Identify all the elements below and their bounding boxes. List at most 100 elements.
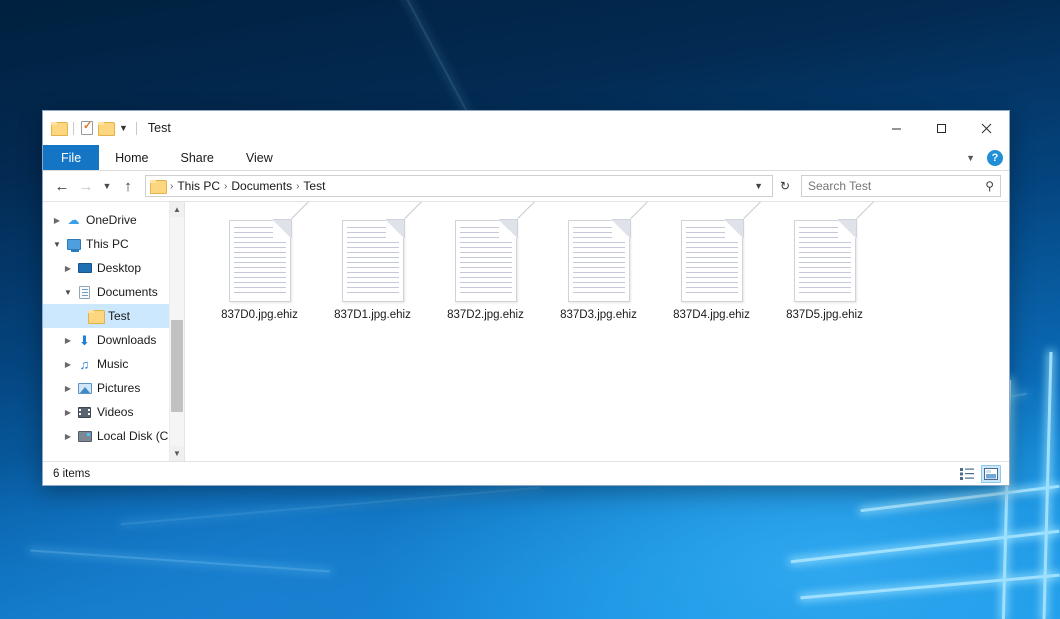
wallpaper-glow-line <box>861 485 1060 512</box>
file-explorer-window: ▼ Test File Home Share View <box>42 110 1010 486</box>
back-button[interactable]: ← <box>51 175 73 197</box>
sidebar-item-label: Pictures <box>97 381 140 395</box>
chevron-down-icon[interactable]: ▼ <box>49 240 65 249</box>
onedrive-icon: ☁ <box>65 213 82 227</box>
sidebar-item-videos[interactable]: ▶ Videos <box>43 400 184 424</box>
breadcrumb-this-pc[interactable]: This PC <box>174 179 223 193</box>
sidebar-item-desktop[interactable]: ▶ Desktop <box>43 256 184 280</box>
file-name: 837D1.jpg.ehiz <box>334 309 411 321</box>
address-bar[interactable]: › This PC › Documents › Test ▼ <box>145 175 773 197</box>
sidebar-item-music[interactable]: ▶ ♫ Music <box>43 352 184 376</box>
help-icon[interactable]: ? <box>987 150 1003 166</box>
tab-view[interactable]: View <box>230 145 289 170</box>
sidebar-item-label: OneDrive <box>86 213 137 227</box>
file-grid: 837D0.jpg.ehiz 837D1.jpg.ehiz <box>203 216 1009 321</box>
breadcrumb-test[interactable]: Test <box>300 179 328 193</box>
navigation-tree: ▶ ☁ OneDrive ▼ This PC ▶ Desktop <box>43 202 184 448</box>
sidebar-item-local-disk[interactable]: ▶ Local Disk (C:) <box>43 424 184 448</box>
tab-file[interactable]: File <box>43 145 99 170</box>
sidebar-item-downloads[interactable]: ▶ ⬇ Downloads <box>43 328 184 352</box>
chevron-down-icon[interactable]: ▼ <box>60 288 76 297</box>
ribbon-tab-bar: File Home Share View ▼ ? <box>43 145 1009 171</box>
sidebar-item-label: Desktop <box>97 261 141 275</box>
list-item[interactable]: 837D5.jpg.ehiz <box>768 216 881 321</box>
chevron-down-icon[interactable]: ▼ <box>962 153 979 163</box>
list-item[interactable]: 837D0.jpg.ehiz <box>203 216 316 321</box>
details-view-button[interactable] <box>957 465 977 483</box>
breadcrumb-documents[interactable]: Documents <box>228 179 295 193</box>
sidebar-item-pictures[interactable]: ▶ Pictures <box>43 376 184 400</box>
file-name: 837D3.jpg.ehiz <box>560 309 637 321</box>
list-item[interactable]: 837D3.jpg.ehiz <box>542 216 655 321</box>
sidebar-item-label: Downloads <box>97 333 156 347</box>
sidebar-item-label: Documents <box>97 285 158 299</box>
search-input[interactable] <box>808 179 985 193</box>
large-icons-view-button[interactable] <box>981 465 1001 483</box>
desktop-background: ▼ Test File Home Share View <box>0 0 1060 619</box>
ribbon-right-controls: ▼ ? <box>962 145 1003 171</box>
file-name: 837D5.jpg.ehiz <box>786 309 863 321</box>
minimize-button[interactable] <box>874 111 919 145</box>
blank-document-icon <box>568 220 630 302</box>
blank-document-icon <box>342 220 404 302</box>
file-list-pane[interactable]: 837D0.jpg.ehiz 837D1.jpg.ehiz <box>185 202 1009 461</box>
close-button[interactable] <box>964 111 1009 145</box>
file-name: 837D4.jpg.ehiz <box>673 309 750 321</box>
chevron-right-icon[interactable]: ▶ <box>60 336 76 345</box>
blank-document-icon <box>455 220 517 302</box>
this-pc-icon <box>65 239 82 250</box>
sidebar-item-documents[interactable]: ▼ Documents <box>43 280 184 304</box>
sidebar-item-onedrive[interactable]: ▶ ☁ OneDrive <box>43 208 184 232</box>
sidebar-item-test[interactable]: Test <box>43 304 184 328</box>
blank-document-icon <box>229 220 291 302</box>
chevron-right-icon[interactable]: ▶ <box>60 432 76 441</box>
folder-icon <box>150 180 165 192</box>
folder-icon[interactable] <box>51 122 66 134</box>
documents-icon <box>76 286 93 299</box>
blank-document-icon <box>681 220 743 302</box>
toolbar-divider <box>73 122 74 135</box>
recent-locations-button[interactable]: ▼ <box>99 175 115 197</box>
new-folder-icon[interactable] <box>98 122 113 134</box>
chevron-right-icon[interactable]: ▶ <box>60 264 76 273</box>
scroll-up-icon[interactable]: ▲ <box>170 202 184 217</box>
disk-icon <box>76 431 93 442</box>
forward-button[interactable]: → <box>75 175 97 197</box>
scroll-down-icon[interactable]: ▼ <box>170 446 184 461</box>
sidebar-item-this-pc[interactable]: ▼ This PC <box>43 232 184 256</box>
list-item[interactable]: 837D4.jpg.ehiz <box>655 216 768 321</box>
title-bar: ▼ Test <box>43 111 1009 145</box>
wallpaper-glow-line <box>800 574 1059 599</box>
folder-icon <box>87 310 104 322</box>
chevron-right-icon[interactable]: ▶ <box>60 408 76 417</box>
sidebar-item-label: Music <box>97 357 128 371</box>
window-controls <box>874 111 1009 145</box>
window-title: Test <box>148 121 171 135</box>
chevron-right-icon[interactable]: ▶ <box>60 384 76 393</box>
chevron-down-icon[interactable]: ▼ <box>118 124 129 133</box>
desktop-icon <box>76 263 93 273</box>
sidebar-item-label: Test <box>108 309 130 323</box>
status-bar: 6 items <box>43 461 1009 485</box>
tab-share[interactable]: Share <box>165 145 230 170</box>
navigation-pane: ▶ ☁ OneDrive ▼ This PC ▶ Desktop <box>43 202 185 461</box>
chevron-down-icon[interactable]: ▼ <box>749 181 768 191</box>
wallpaper-glow-line <box>791 530 1060 563</box>
chevron-right-icon[interactable]: ▶ <box>49 216 65 225</box>
up-button[interactable]: ↑ <box>117 175 139 197</box>
quick-access-toolbar: ▼ <box>43 121 139 135</box>
scrollbar-thumb[interactable] <box>171 320 183 412</box>
file-name: 837D2.jpg.ehiz <box>447 309 524 321</box>
list-item[interactable]: 837D2.jpg.ehiz <box>429 216 542 321</box>
chevron-right-icon[interactable]: ▶ <box>60 360 76 369</box>
sidebar-item-label: Videos <box>97 405 133 419</box>
properties-icon[interactable] <box>81 121 93 135</box>
navigation-scrollbar[interactable]: ▲ ▼ <box>169 202 184 461</box>
search-box[interactable]: ⚲ <box>801 175 1001 197</box>
list-item[interactable]: 837D1.jpg.ehiz <box>316 216 429 321</box>
refresh-button[interactable]: ↻ <box>775 175 795 197</box>
maximize-button[interactable] <box>919 111 964 145</box>
search-icon[interactable]: ⚲ <box>985 179 994 193</box>
tab-home[interactable]: Home <box>99 145 164 170</box>
wallpaper-glow-line <box>30 550 329 573</box>
